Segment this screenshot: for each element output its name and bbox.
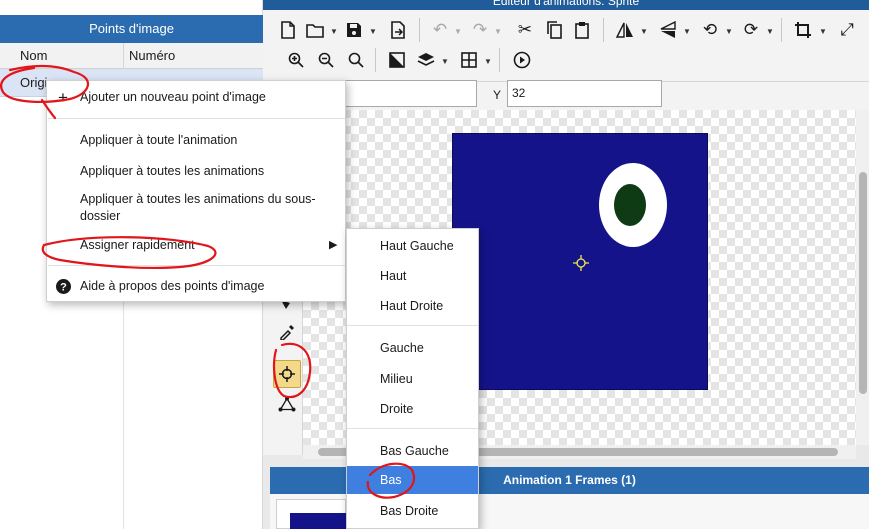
zoom-in-icon[interactable] xyxy=(284,48,308,72)
vertical-scrollbar-thumb[interactable] xyxy=(859,172,867,394)
y-coordinate-field[interactable]: 32 xyxy=(507,80,662,107)
submenu-item-top-right[interactable]: Haut Droite xyxy=(347,292,478,320)
chevron-right-icon: ▶ xyxy=(329,239,338,251)
y-label: Y xyxy=(493,88,502,102)
menu-item-label: Aide à propos des points d'image xyxy=(80,279,265,293)
redo-icon[interactable]: ↷ xyxy=(468,18,492,42)
table-header: Nom Numéro xyxy=(0,43,263,69)
submenu-item-middle[interactable]: Milieu xyxy=(347,365,478,393)
submenu-item-left[interactable]: Gauche xyxy=(347,334,478,362)
eyedropper-icon[interactable] xyxy=(273,318,301,346)
quick-assign-submenu: Haut Gauche Haut Haut Droite Gauche Mili… xyxy=(346,228,479,529)
chevron-down-icon[interactable]: ▼ xyxy=(330,27,338,36)
menu-item-quick-assign[interactable]: Assigner rapidement ▶ xyxy=(47,238,345,258)
chevron-down-icon[interactable]: ▼ xyxy=(725,27,733,36)
context-menu: + Ajouter un nouveau point d'image Appli… xyxy=(46,80,346,302)
column-header-name[interactable]: Nom xyxy=(20,43,47,69)
resize-icon[interactable]: ⤢ xyxy=(835,18,859,42)
menu-item-label: Ajouter un nouveau point d'image xyxy=(80,90,266,104)
menu-item-label: Appliquer à toutes les animations xyxy=(80,164,265,178)
panel-title: Points d'image xyxy=(0,15,263,43)
grid-icon[interactable] xyxy=(457,48,481,72)
submenu-item-bottom[interactable]: Bas xyxy=(347,466,478,494)
menu-separator xyxy=(347,325,478,326)
chevron-down-icon[interactable]: ▼ xyxy=(484,57,492,66)
chevron-down-icon[interactable]: ▼ xyxy=(441,57,449,66)
menu-separator xyxy=(48,118,345,119)
zoom-fit-icon[interactable] xyxy=(344,48,368,72)
window-title: Éditeur d'animations: Sprite xyxy=(492,0,640,8)
menu-item-apply-all[interactable]: Appliquer à toutes les animations xyxy=(47,164,345,184)
save-icon[interactable] xyxy=(342,18,366,42)
menu-item-label-line2: dossier xyxy=(80,209,121,223)
submenu-item-top-left[interactable]: Haut Gauche xyxy=(347,232,478,260)
plus-icon: + xyxy=(58,88,68,107)
chevron-down-icon[interactable]: ▼ xyxy=(819,27,827,36)
color-icon[interactable] xyxy=(385,48,409,72)
menu-item-label: Appliquer à toute l'animation xyxy=(80,133,238,147)
submenu-item-bottom-left[interactable]: Bas Gauche xyxy=(347,437,478,465)
mirror-icon[interactable] xyxy=(656,18,680,42)
crop-icon[interactable] xyxy=(791,18,815,42)
toolbar-separator xyxy=(603,18,604,42)
layers-icon[interactable] xyxy=(414,48,438,72)
new-file-icon[interactable] xyxy=(276,18,300,42)
chevron-down-icon[interactable]: ▼ xyxy=(454,27,462,36)
rotate-right-icon[interactable]: ⟳ xyxy=(739,18,763,42)
transform-icon[interactable] xyxy=(273,390,301,418)
sprite-eye-graphic xyxy=(599,163,667,247)
point-name-cell: Origi xyxy=(20,75,48,90)
origin-point-marker[interactable] xyxy=(573,255,589,271)
menu-item-label: Appliquer à toutes les animations du sou… xyxy=(80,192,316,206)
menu-item-help[interactable]: ? Aide à propos des points d'image xyxy=(47,279,345,299)
play-icon[interactable] xyxy=(510,48,534,72)
chevron-down-icon[interactable]: ▼ xyxy=(766,27,774,36)
menu-separator xyxy=(48,265,345,266)
menu-item-label: Assigner rapidement xyxy=(80,238,195,252)
open-folder-icon[interactable] xyxy=(303,18,327,42)
menu-item-apply-animation[interactable]: Appliquer à toute l'animation xyxy=(47,133,345,153)
column-divider xyxy=(123,43,124,69)
undo-icon[interactable]: ↶ xyxy=(428,18,452,42)
chevron-down-icon[interactable]: ▼ xyxy=(369,27,377,36)
help-icon: ? xyxy=(55,279,71,297)
toolbar-separator xyxy=(781,18,782,42)
toolbar-separator xyxy=(499,48,500,72)
toolbar: ▼ ▼ ↶ ▼ ↷ ▼ ✂ ▼ ▼ ⟲ ▼ ⟳ ▼ ▼ ⤢ ▼ ▼ xyxy=(263,10,869,82)
menu-item-apply-subfolder[interactable]: Appliquer à toutes les animations du sou… xyxy=(47,192,345,228)
flip-icon[interactable] xyxy=(613,18,637,42)
menu-item-add-point[interactable]: + Ajouter un nouveau point d'image xyxy=(47,88,345,110)
zoom-out-icon[interactable] xyxy=(314,48,338,72)
point-tool-icon[interactable] xyxy=(273,360,301,388)
export-icon[interactable] xyxy=(386,18,410,42)
paste-icon[interactable] xyxy=(570,18,594,42)
submenu-item-bottom-right[interactable]: Bas Droite xyxy=(347,497,478,525)
toolbar-separator xyxy=(419,18,420,42)
svg-text:?: ? xyxy=(60,282,67,294)
chevron-down-icon[interactable]: ▼ xyxy=(683,27,691,36)
column-header-number[interactable]: Numéro xyxy=(129,43,175,69)
frame-thumbnail-image xyxy=(290,513,346,529)
rotate-left-icon[interactable]: ⟲ xyxy=(698,18,722,42)
chevron-down-icon[interactable]: ▼ xyxy=(640,27,648,36)
cut-icon[interactable]: ✂ xyxy=(513,18,537,42)
window-title-bar: Éditeur d'animations: Sprite xyxy=(263,0,869,10)
menu-separator xyxy=(347,428,478,429)
copy-icon[interactable] xyxy=(542,18,566,42)
submenu-item-top[interactable]: Haut xyxy=(347,262,478,290)
chevron-down-icon[interactable]: ▼ xyxy=(494,27,502,36)
toolbar-separator xyxy=(375,48,376,72)
submenu-item-right[interactable]: Droite xyxy=(347,395,478,423)
